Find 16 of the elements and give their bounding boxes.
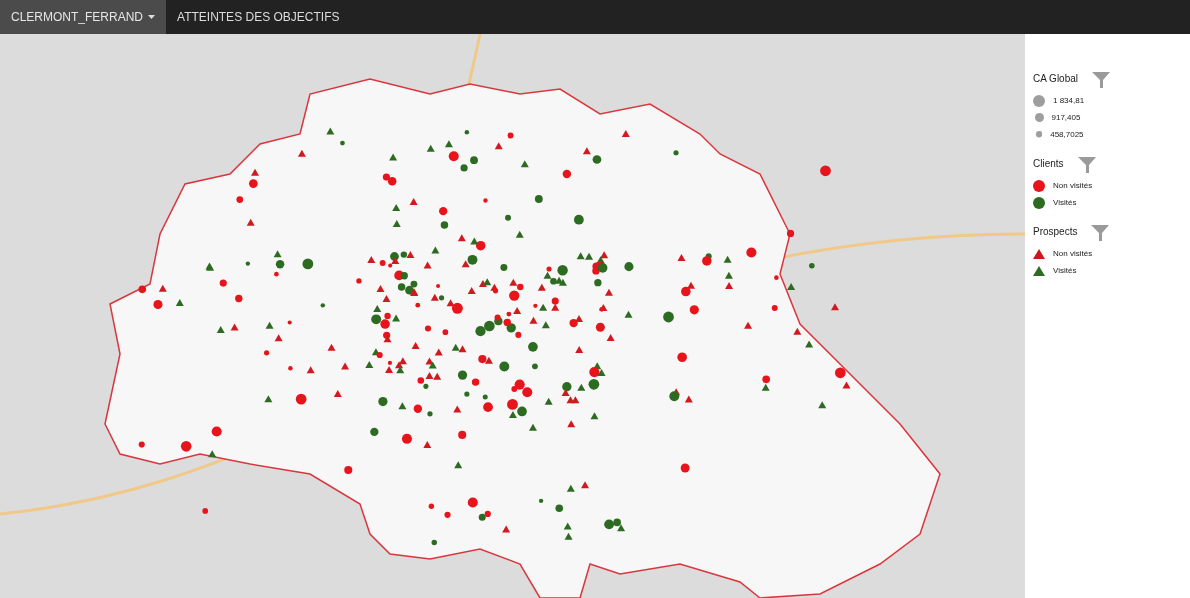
legend-label: Non visités [1053, 181, 1093, 190]
legend-label: 1 834,81 [1053, 96, 1085, 105]
legend-title: Clients [1033, 158, 1064, 169]
legend-label: 917,405 [1051, 113, 1081, 122]
legend-label: Non visités [1053, 249, 1093, 258]
legend-label: Visités [1053, 266, 1077, 275]
filter-icon[interactable] [1077, 155, 1096, 175]
legend-title: Prospects [1033, 226, 1078, 237]
filter-icon[interactable] [1091, 223, 1110, 243]
legend-title: CA Global [1033, 73, 1079, 84]
nav-tab[interactable]: CLERMONT_FERRAND [0, 0, 166, 34]
map-drawing[interactable] [0, 34, 1025, 598]
legend-label: Visités [1053, 198, 1077, 207]
nav-tab[interactable]: ATTEINTES DES OBJECTIFS [166, 0, 351, 34]
filter-icon[interactable] [1092, 70, 1111, 90]
legend-label: 458,7025 [1050, 130, 1084, 139]
